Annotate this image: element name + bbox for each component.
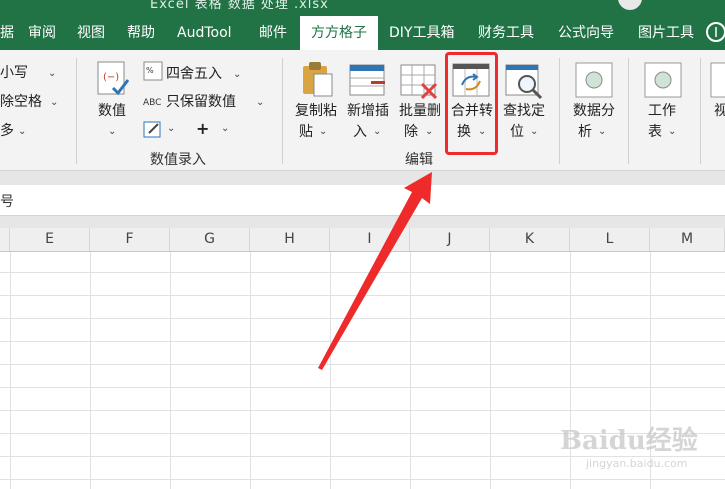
watermark-url: jingyan.baidu.com (586, 457, 688, 470)
watermark-brand: Baidu经验 (560, 426, 698, 456)
baidu-watermark: Baidu经验 jingyan.baidu.com (560, 404, 720, 484)
